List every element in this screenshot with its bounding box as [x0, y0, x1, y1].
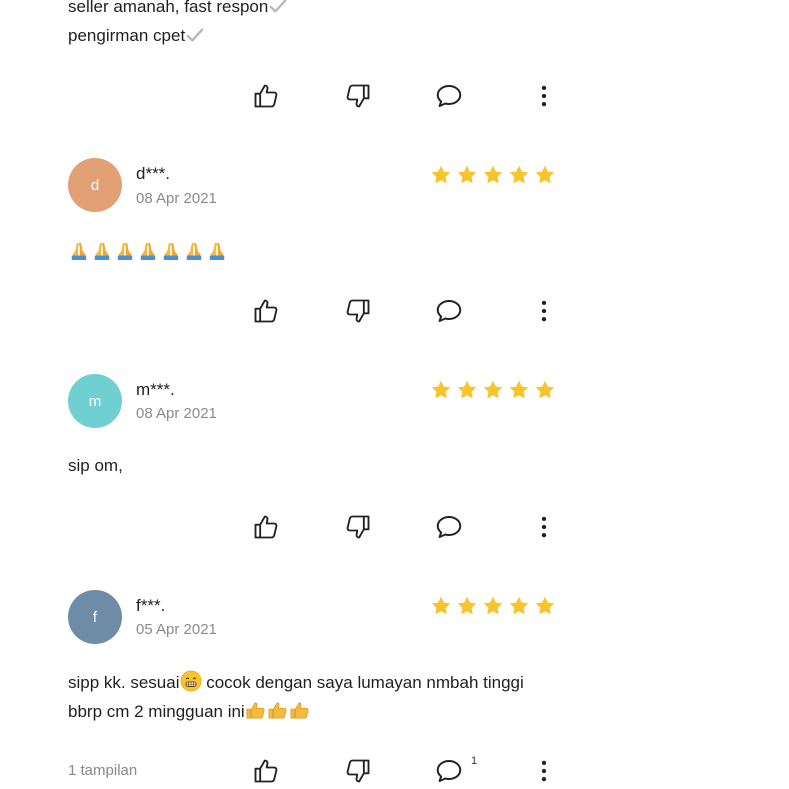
comment-icon — [434, 512, 464, 542]
star-icon — [482, 379, 504, 401]
more-options-button[interactable] — [529, 512, 559, 542]
thumbs-up-icon — [252, 757, 280, 785]
thumbs-up-emoji-icon — [267, 700, 289, 720]
star-icon — [430, 379, 452, 401]
more-vertical-icon — [531, 758, 557, 784]
star-rating — [430, 595, 556, 617]
star-icon — [508, 379, 530, 401]
star-rating — [430, 379, 556, 401]
folded-hands-icon — [206, 240, 228, 260]
star-icon — [456, 595, 478, 617]
thumbs-up-icon — [252, 297, 280, 325]
star-icon — [430, 595, 452, 617]
folded-hands-icon — [68, 240, 90, 260]
view-count: 1 tampilan — [68, 762, 138, 779]
review-text-line: bbrp cm 2 mingguan ini — [68, 697, 311, 726]
comment-button[interactable] — [434, 81, 464, 111]
folded-hands-icon — [160, 240, 182, 260]
grinning-face-icon — [180, 670, 202, 692]
review-text-line: sipp kk. sesuai cocok dengan saya lumaya… — [68, 668, 524, 697]
folded-hands-icon — [114, 240, 136, 260]
review-text-line: pengirman cpet — [68, 21, 205, 50]
more-vertical-icon — [531, 514, 557, 540]
star-icon — [482, 595, 504, 617]
thumbs-down-icon — [344, 757, 372, 785]
dislike-button[interactable] — [343, 512, 373, 542]
dislike-button[interactable] — [343, 81, 373, 111]
more-options-button[interactable] — [529, 756, 559, 786]
comment-button[interactable] — [434, 296, 464, 326]
star-icon — [482, 164, 504, 186]
star-icon — [534, 164, 556, 186]
folded-hands-icon — [183, 240, 205, 260]
thumbs-down-icon — [344, 297, 372, 325]
thumbs-down-icon — [344, 82, 372, 110]
reviewer-name[interactable]: m***. — [136, 380, 175, 400]
thumbs-up-icon — [252, 513, 280, 541]
star-icon — [430, 164, 452, 186]
comment-button[interactable] — [434, 756, 464, 786]
avatar[interactable]: m — [68, 374, 122, 428]
thumbs-up-icon — [252, 82, 280, 110]
reviewer-name[interactable]: d***. — [136, 164, 170, 184]
more-vertical-icon — [531, 83, 557, 109]
more-options-button[interactable] — [529, 81, 559, 111]
folded-hands-icon — [137, 240, 159, 260]
comment-count-badge: 1 — [471, 755, 478, 767]
review-text: sip om, — [68, 456, 123, 475]
star-icon — [534, 379, 556, 401]
star-icon — [534, 595, 556, 617]
star-icon — [508, 164, 530, 186]
check-mark-icon — [185, 26, 205, 44]
review-date: 08 Apr 2021 — [136, 405, 217, 422]
avatar[interactable]: d — [68, 158, 122, 212]
review-date: 08 Apr 2021 — [136, 190, 217, 207]
thumbs-up-emoji-icon — [245, 700, 267, 720]
star-icon — [456, 379, 478, 401]
comment-icon — [434, 81, 464, 111]
dislike-button[interactable] — [343, 296, 373, 326]
comment-button[interactable] — [434, 512, 464, 542]
star-icon — [456, 164, 478, 186]
comment-icon — [434, 756, 464, 786]
reviewer-name[interactable]: f***. — [136, 596, 165, 616]
avatar[interactable]: f — [68, 590, 122, 644]
comment-icon — [434, 296, 464, 326]
review-text-emoji — [68, 240, 228, 260]
folded-hands-icon — [91, 240, 113, 260]
review-text-line: seller amanah, fast respon — [68, 0, 288, 21]
star-rating — [430, 164, 556, 186]
thumbs-up-emoji-icon — [289, 700, 311, 720]
review-date: 05 Apr 2021 — [136, 621, 217, 638]
dislike-button[interactable] — [343, 756, 373, 786]
thumbs-down-icon — [344, 513, 372, 541]
like-button[interactable] — [251, 81, 281, 111]
like-button[interactable] — [251, 756, 281, 786]
like-button[interactable] — [251, 512, 281, 542]
more-vertical-icon — [531, 298, 557, 324]
star-icon — [508, 595, 530, 617]
more-options-button[interactable] — [529, 296, 559, 326]
check-mark-icon — [268, 0, 288, 15]
like-button[interactable] — [251, 296, 281, 326]
